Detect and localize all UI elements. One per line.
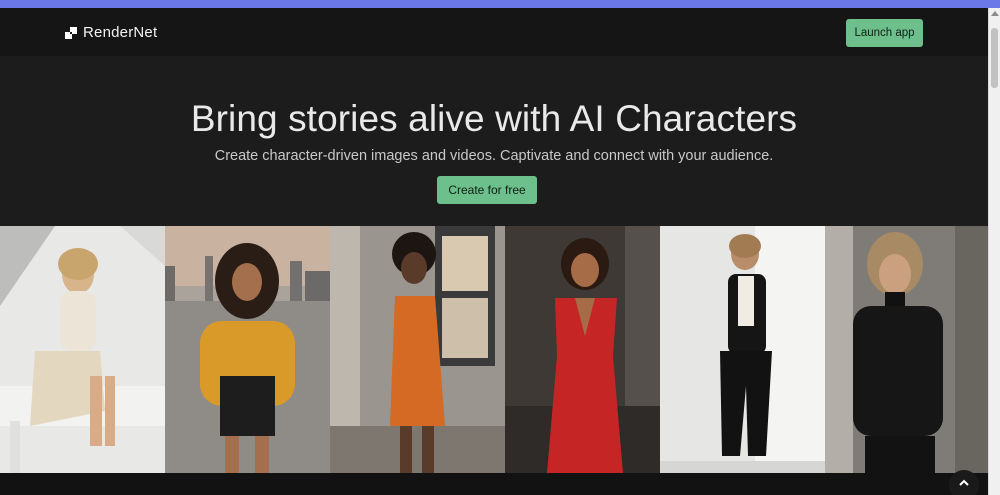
create-for-free-button[interactable]: Create for free: [437, 176, 537, 204]
bottom-section: [0, 473, 988, 495]
hero-section: Bring stories alive with AI Characters C…: [0, 56, 988, 226]
character-image-cream-outfit: [0, 226, 165, 473]
scroll-up-arrow-icon[interactable]: [991, 11, 999, 16]
character-image-leather-jacket: [825, 226, 988, 473]
hero-title: Bring stories alive with AI Characters: [190, 98, 798, 139]
character-image-orange-dress: [330, 226, 505, 473]
top-accent-bar: [0, 0, 1000, 8]
character-gallery: [0, 226, 988, 473]
back-to-top-button[interactable]: [949, 470, 979, 495]
character-image-yellow-sweater: [165, 226, 330, 473]
rendernet-logo-icon: [65, 26, 77, 39]
character-image-red-dress: [505, 226, 660, 473]
character-image-black-suit: [660, 226, 825, 473]
navbar: RenderNet Launch app: [0, 8, 988, 56]
scrollbar-thumb[interactable]: [991, 28, 998, 88]
brand-name: RenderNet: [83, 24, 158, 41]
chevron-up-icon: [958, 476, 970, 494]
page-scrollbar[interactable]: [988, 8, 1000, 495]
brand-logo[interactable]: RenderNet: [65, 24, 157, 41]
hero-subtitle: Create character-driven images and video…: [214, 148, 774, 164]
launch-app-button[interactable]: Launch app: [846, 19, 923, 47]
